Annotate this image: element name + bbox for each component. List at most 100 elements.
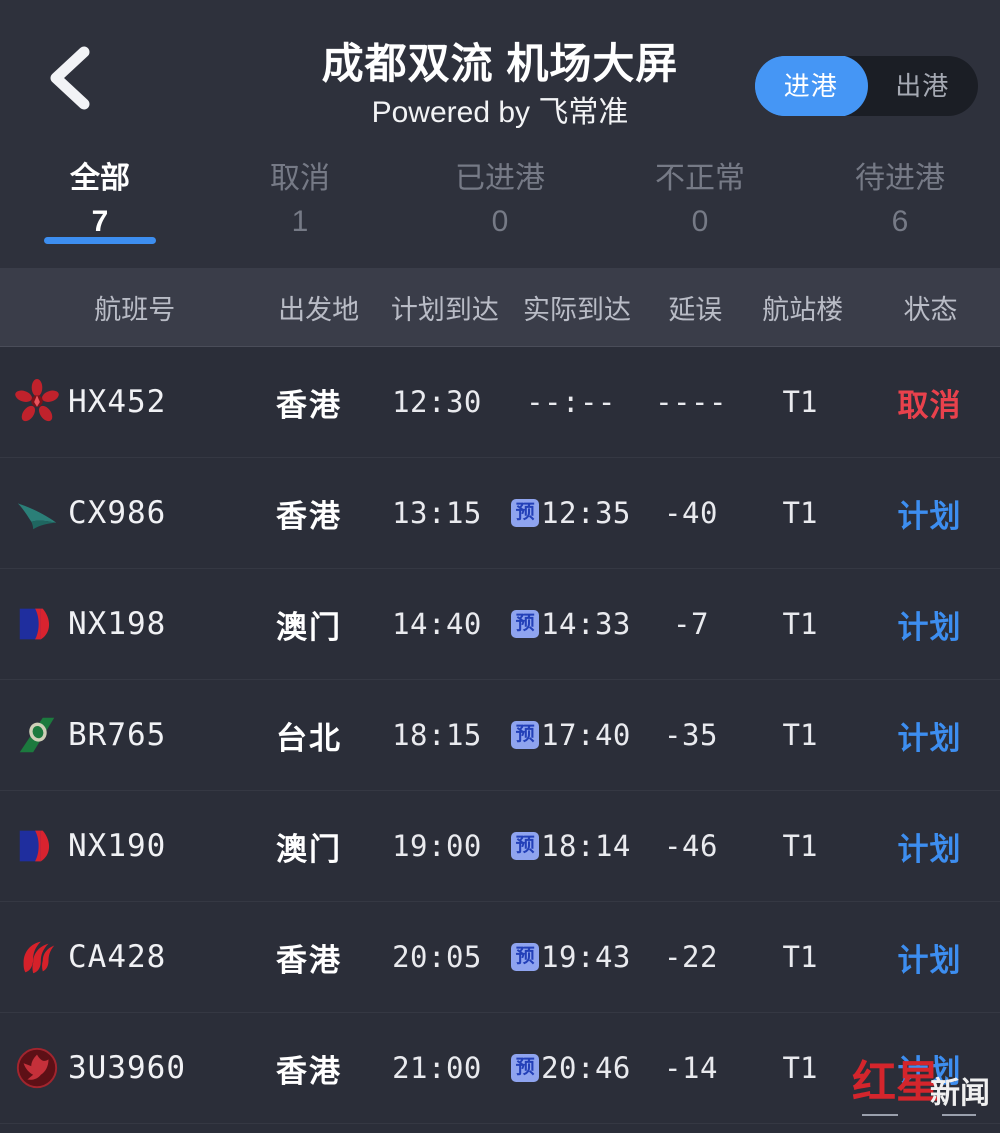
terminal-cell: T1 (741, 458, 859, 568)
origin-city: 台北 (276, 720, 342, 756)
delay-minutes: -40 (664, 496, 718, 530)
delay-minutes: ---- (655, 385, 727, 419)
scheduled-time: 21:00 (392, 1051, 482, 1085)
origin-city: 澳门 (276, 609, 342, 645)
origin-city: 香港 (276, 1053, 342, 1089)
delay-minutes: -35 (664, 718, 718, 752)
air-macau-logo (19, 608, 50, 640)
flight-no-cell: NX190 (0, 791, 245, 901)
table-row[interactable]: NX198 澳门 14:40 预 14:33 -7 T1 计划 (0, 569, 1000, 680)
terminal-cell: T1 (741, 347, 859, 457)
tab-cancelled[interactable]: 取消 1 (200, 150, 400, 244)
terminal-label: T1 (782, 718, 818, 752)
scheduled-time-cell: 21:00 (373, 1013, 501, 1123)
estimated-badge: 预 (511, 721, 540, 749)
status-badge: 取消 (897, 387, 962, 423)
estimated-badge: 预 (511, 1054, 540, 1082)
status-cell: 计划 (859, 791, 1000, 901)
status-badge: 计划 (897, 609, 962, 645)
scheduled-time: 18:15 (392, 718, 482, 752)
scheduled-time: 20:05 (392, 940, 482, 974)
status-badge: 计划 (897, 942, 962, 978)
hong-kong-airlines-logo (15, 379, 59, 422)
table-row[interactable]: CA428 香港 20:05 预 19:43 -22 T1 计划 (0, 902, 1000, 1013)
air-macau-logo (19, 830, 50, 862)
delay-cell: ---- (641, 347, 741, 457)
tab-arrived[interactable]: 已进港 0 (400, 150, 600, 244)
column-header-flight-no: 航班号 (94, 294, 176, 325)
sichuan-airlines-logo (16, 1047, 58, 1089)
status-filter-tabs[interactable]: 全部 7 取消 1 已进港 0 不正常 0 待进港 6 (0, 150, 1000, 268)
page-header: 成都双流 机场大屏 Powered by 飞常准 进港 出港 (0, 0, 1000, 150)
actual-time: 14:33 (541, 607, 631, 641)
tab-active-indicator (44, 237, 156, 244)
chevron-left-icon (44, 44, 96, 112)
tab-abnormal[interactable]: 不正常 0 (600, 150, 800, 244)
toggle-option-departure[interactable]: 出港 (867, 56, 979, 116)
delay-minutes: -14 (664, 1051, 718, 1085)
delay-cell: -14 (641, 1013, 741, 1123)
flight-number: NX190 (68, 828, 167, 864)
actual-time-cell: 预 14:33 (501, 569, 641, 679)
status-cell: 计划 (859, 458, 1000, 568)
column-header-terminal: 航站楼 (762, 294, 844, 325)
scheduled-time-cell: 12:30 (373, 347, 501, 457)
column-header-scheduled: 计划到达 (390, 294, 499, 325)
tab-label: 全部 (70, 162, 130, 195)
terminal-label: T1 (782, 496, 818, 530)
delay-cell: -35 (641, 680, 741, 790)
scheduled-time: 12:30 (392, 385, 482, 419)
tab-pending-arrival[interactable]: 待进港 6 (800, 150, 1000, 244)
scheduled-time-cell: 20:05 (373, 902, 501, 1012)
delay-minutes: -22 (664, 940, 718, 974)
actual-time: 12:35 (541, 496, 631, 530)
actual-time: 18:14 (541, 829, 631, 863)
estimated-badge: 预 (511, 943, 540, 971)
tab-all[interactable]: 全部 7 (0, 150, 200, 244)
toggle-option-arrival[interactable]: 进港 (755, 56, 867, 116)
table-row[interactable]: HX452 香港 12:30 --:-- ---- T1 取消 (0, 347, 1000, 458)
scheduled-time-cell: 18:15 (373, 680, 501, 790)
table-row[interactable]: BR765 台北 18:15 预 17:40 -35 T1 计划 (0, 680, 1000, 791)
table-row[interactable]: 3U3960 香港 21:00 预 20:46 -14 T1 计划 (0, 1013, 1000, 1124)
origin-cell: 澳门 (245, 791, 373, 901)
flight-no-cell: CA428 (0, 902, 245, 1012)
terminal-cell: T1 (741, 680, 859, 790)
origin-cell: 香港 (245, 1013, 373, 1123)
back-button[interactable] (38, 42, 102, 114)
table-row[interactable]: NX190 澳门 19:00 预 18:14 -46 T1 计划 (0, 791, 1000, 902)
flight-number: CA428 (68, 939, 167, 975)
flight-number: 3U3960 (68, 1050, 186, 1086)
terminal-cell: T1 (741, 1013, 859, 1123)
status-badge: 计划 (897, 720, 962, 756)
tab-label: 取消 (270, 162, 330, 195)
cathay-pacific-logo (17, 503, 57, 530)
scheduled-time-cell: 19:00 (373, 791, 501, 901)
terminal-cell: T1 (741, 791, 859, 901)
table-column-headers: 航班号 出发地 计划到达 实际到达 延误 航站楼 状态 (0, 268, 1000, 347)
actual-time: --:-- (526, 385, 616, 419)
origin-city: 香港 (276, 942, 342, 978)
origin-cell: 香港 (245, 347, 373, 457)
table-row[interactable]: CX986 香港 13:15 预 12:35 -40 T1 计划 (0, 458, 1000, 569)
flight-number: HX452 (68, 384, 167, 420)
flight-no-cell: NX198 (0, 569, 245, 679)
origin-city: 澳门 (276, 831, 342, 867)
terminal-label: T1 (782, 607, 818, 641)
status-cell: 取消 (859, 347, 1000, 457)
terminal-label: T1 (782, 940, 818, 974)
actual-time-cell: 预 20:46 (501, 1013, 641, 1123)
scheduled-time: 14:40 (392, 607, 482, 641)
tab-label: 不正常 (655, 162, 745, 195)
tab-count: 0 (691, 205, 709, 238)
eva-air-logo (19, 717, 55, 753)
origin-city: 香港 (276, 498, 342, 534)
column-header-actual: 实际到达 (522, 294, 631, 325)
tab-count: 6 (891, 205, 909, 238)
origin-cell: 香港 (245, 458, 373, 568)
flight-list: HX452 香港 12:30 --:-- ---- T1 取消 CX986 香港… (0, 347, 1000, 1124)
origin-cell: 台北 (245, 680, 373, 790)
status-cell: 计划 (859, 902, 1000, 1012)
actual-time-cell: --:-- (501, 347, 641, 457)
arrival-departure-toggle[interactable]: 进港 出港 (755, 56, 978, 116)
